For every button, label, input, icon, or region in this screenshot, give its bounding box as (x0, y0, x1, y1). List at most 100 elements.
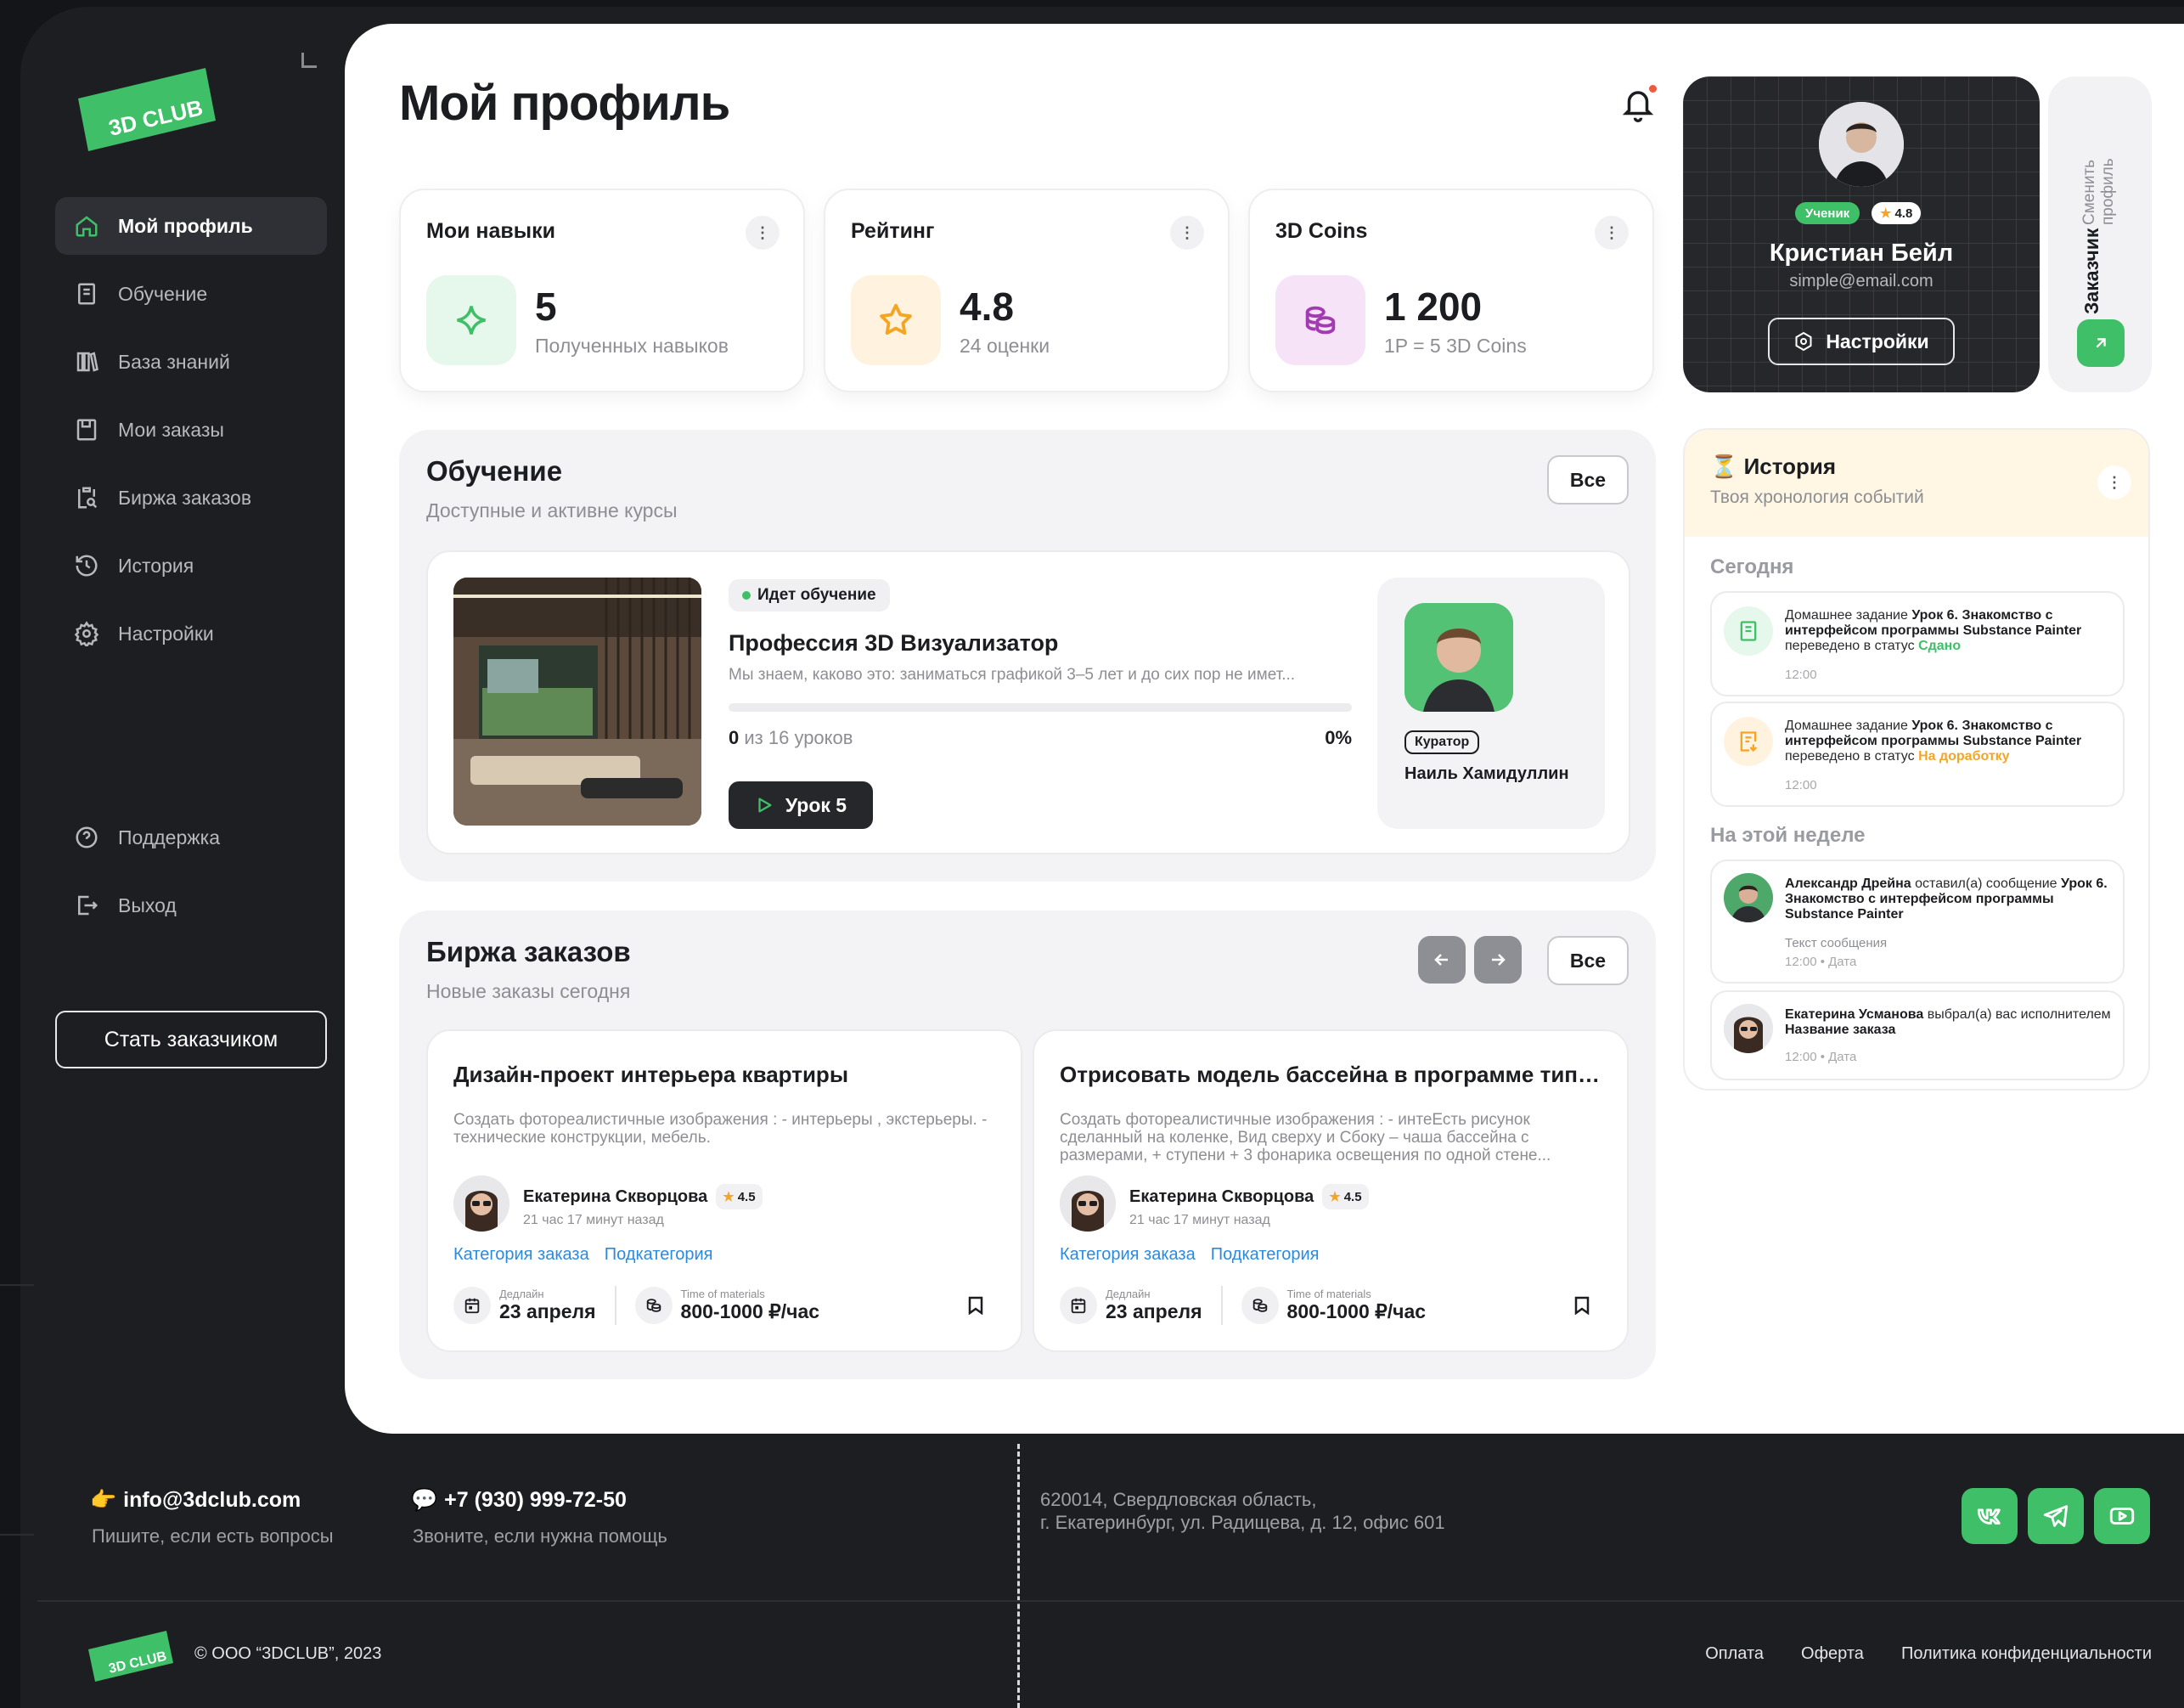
switch-profile-panel[interactable]: Заказчик Сменить профиль (2048, 76, 2152, 392)
section-subtitle: Доступные и активне курсы (426, 499, 678, 521)
become-customer-button[interactable]: Стать заказчиком (55, 1011, 327, 1068)
footer-email[interactable]: 👉 info@3dclub.com (90, 1488, 301, 1513)
history-group-today: Сегодня (1710, 555, 1794, 578)
sidebar-item-settings[interactable]: Настройки (55, 605, 327, 662)
sidebar-item-support[interactable]: Поддержка (55, 809, 327, 866)
stat-value: 1 200 (1384, 285, 1483, 329)
email-link[interactable]: info@3dclub.com (123, 1488, 301, 1513)
section-title: Обучение (426, 455, 563, 487)
footer-link-offer[interactable]: Оферта (1801, 1644, 1864, 1664)
all-orders-button[interactable]: Все (1547, 936, 1629, 985)
history-text: Домашнее задание Урок 6. Знакомство с ин… (1785, 608, 2116, 654)
history-date: Дата (1828, 1050, 1857, 1064)
history-date: Дата (1828, 955, 1857, 969)
sidebar-item-profile[interactable]: Мой профиль (55, 197, 327, 255)
history-status: Сдано (1918, 639, 1962, 653)
sidebar-nav: Мой профиль Обучение База знаний Мои зак… (55, 197, 327, 673)
sidebar-item-my-orders[interactable]: Мои заказы (55, 401, 327, 459)
history-author: Екатерина Усманова (1785, 1007, 1924, 1022)
more-options-icon[interactable]: ⋮ (1595, 216, 1629, 250)
bookmark-icon[interactable] (1574, 1296, 1590, 1315)
footer-link-payment[interactable]: Оплата (1705, 1644, 1764, 1664)
course-progress-bar (729, 703, 1352, 712)
footer-phone[interactable]: 💬 +7 (930) 999-72-50 (411, 1488, 627, 1513)
author-rating: ★ 4.5 (1322, 1184, 1369, 1209)
deadline: Дедлайн 23 апреля (499, 1288, 596, 1323)
profile-card: Ученик ★ 4.8 Кристиан Бейл simple@email.c… (1683, 76, 2040, 392)
order-categories: Категория заказа Подкатегория (1060, 1245, 1320, 1265)
sidebar-item-label: Мои заказы (118, 418, 224, 441)
order-category-link[interactable]: Категория заказа (1060, 1245, 1196, 1265)
history-icon (76, 555, 98, 577)
switch-profile-button[interactable] (2077, 319, 2125, 367)
bookmark-icon[interactable] (968, 1296, 983, 1315)
order-author: Екатерина Скворцова ★ 4.5 (1129, 1184, 1369, 1209)
sidebar-item-history[interactable]: История (55, 537, 327, 595)
telegram-button[interactable] (2028, 1488, 2084, 1544)
history-author: Александр Дрейна (1785, 877, 1911, 891)
sparkle-icon (426, 275, 516, 365)
order-title[interactable]: Дизайн-проект интерьера квартиры (453, 1062, 997, 1088)
history-text-pre: Домашнее задание (1785, 719, 1912, 733)
help-icon (76, 826, 98, 848)
sidebar-item-knowledge[interactable]: База знаний (55, 333, 327, 391)
history-item[interactable]: Екатерина Усманова выбрал(а) вас исполни… (1710, 990, 2125, 1080)
profile-settings-button[interactable]: Настройки (1768, 318, 1955, 365)
more-options-icon[interactable]: ⋮ (1170, 216, 1204, 250)
order-card[interactable]: Дизайн-проект интерьера квартиры Создать… (426, 1029, 1022, 1352)
order-category-link[interactable]: Категория заказа (453, 1245, 589, 1265)
history-time: 12:00 (1785, 778, 1817, 792)
avatar[interactable] (1819, 102, 1904, 187)
author-avatar (453, 1175, 509, 1232)
history-title-text: История (1743, 454, 1837, 479)
sidebar-item-logout[interactable]: Выход (55, 877, 327, 934)
history-item[interactable]: Домашнее задание Урок 6. Знакомство с ин… (1710, 702, 2125, 807)
pointing-hand-icon: 👉 (90, 1488, 117, 1512)
hourglass-icon: ⏳ (1710, 454, 1738, 479)
prev-button[interactable] (1418, 936, 1466, 984)
youtube-button[interactable] (2094, 1488, 2150, 1544)
deadline-value: 23 апреля (1106, 1300, 1202, 1322)
order-card[interactable]: Отрисовать модель бассейна в программе т… (1033, 1029, 1629, 1352)
history-item[interactable]: Домашнее задание Урок 6. Знакомство с ин… (1710, 591, 2125, 696)
vk-button[interactable] (1962, 1488, 2018, 1544)
footer-link-privacy[interactable]: Политика конфиденциальности (1901, 1644, 2152, 1664)
author-name: Екатерина Скворцова (1129, 1187, 1314, 1206)
play-icon (758, 798, 772, 813)
profile-name: Кристиан Бейл (1769, 240, 1954, 267)
section-title: Биржа заказов (426, 936, 631, 967)
collapse-sidebar-icon[interactable] (301, 53, 317, 68)
course-title[interactable]: Профессия 3D Визуализатор (729, 630, 1058, 657)
history-time: 12:00 • Дата (1785, 1050, 1857, 1064)
more-options-icon[interactable]: ⋮ (2097, 465, 2131, 499)
speech-bubble-icon: 💬 (411, 1488, 438, 1512)
more-options-icon[interactable]: ⋮ (746, 216, 780, 250)
phone-link[interactable]: +7 (930) 999-72-50 (444, 1488, 627, 1513)
author-avatar (1724, 873, 1773, 922)
history-item[interactable]: Александр Дрейна оставил(а) сообщение Ур… (1710, 860, 2125, 984)
continue-lesson-button[interactable]: Урок 5 (729, 781, 873, 829)
history-time-value: 12:00 (1785, 1050, 1817, 1064)
footer-separator (37, 1600, 2184, 1602)
order-subcategory-link[interactable]: Подкатегория (605, 1245, 713, 1265)
next-button[interactable] (1474, 936, 1522, 984)
sidebar-item-learning[interactable]: Обучение (55, 265, 327, 323)
stat-subtitle: 24 оценки (960, 335, 1050, 357)
sidebar-item-exchange[interactable]: Биржа заказов (55, 469, 327, 527)
stat-value: 4.8 (960, 285, 1014, 329)
order-description: Создать фотореалистичные изображения : -… (1060, 1111, 1551, 1164)
footer-logo[interactable]: 3D CLUB (88, 1631, 173, 1682)
footer-address: 620014, Свердловская область, г. Екатерин… (1040, 1488, 1445, 1534)
copyright: © ООО “3DCLUB”, 2023 (194, 1644, 382, 1663)
curator-card: Куратор Наиль Хамидуллин (1377, 578, 1605, 829)
course-card[interactable]: Идет обучение Профессия 3D Визуализатор … (426, 550, 1630, 854)
stat-title: 3D Coins (1275, 219, 1368, 243)
all-courses-button[interactable]: Все (1547, 455, 1629, 505)
logo[interactable]: 3D CLUB (78, 68, 216, 151)
author-name: Екатерина Скворцова (523, 1187, 708, 1206)
switch-profile-text: Заказчик Сменить профиль (2080, 144, 2131, 314)
order-description: Создать фотореалистичные изображения : -… (453, 1111, 988, 1147)
history-order: Название заказа (1785, 1023, 1896, 1037)
order-subcategory-link[interactable]: Подкатегория (1211, 1245, 1320, 1265)
order-title[interactable]: Отрисовать модель бассейна в программе т… (1060, 1062, 1603, 1088)
